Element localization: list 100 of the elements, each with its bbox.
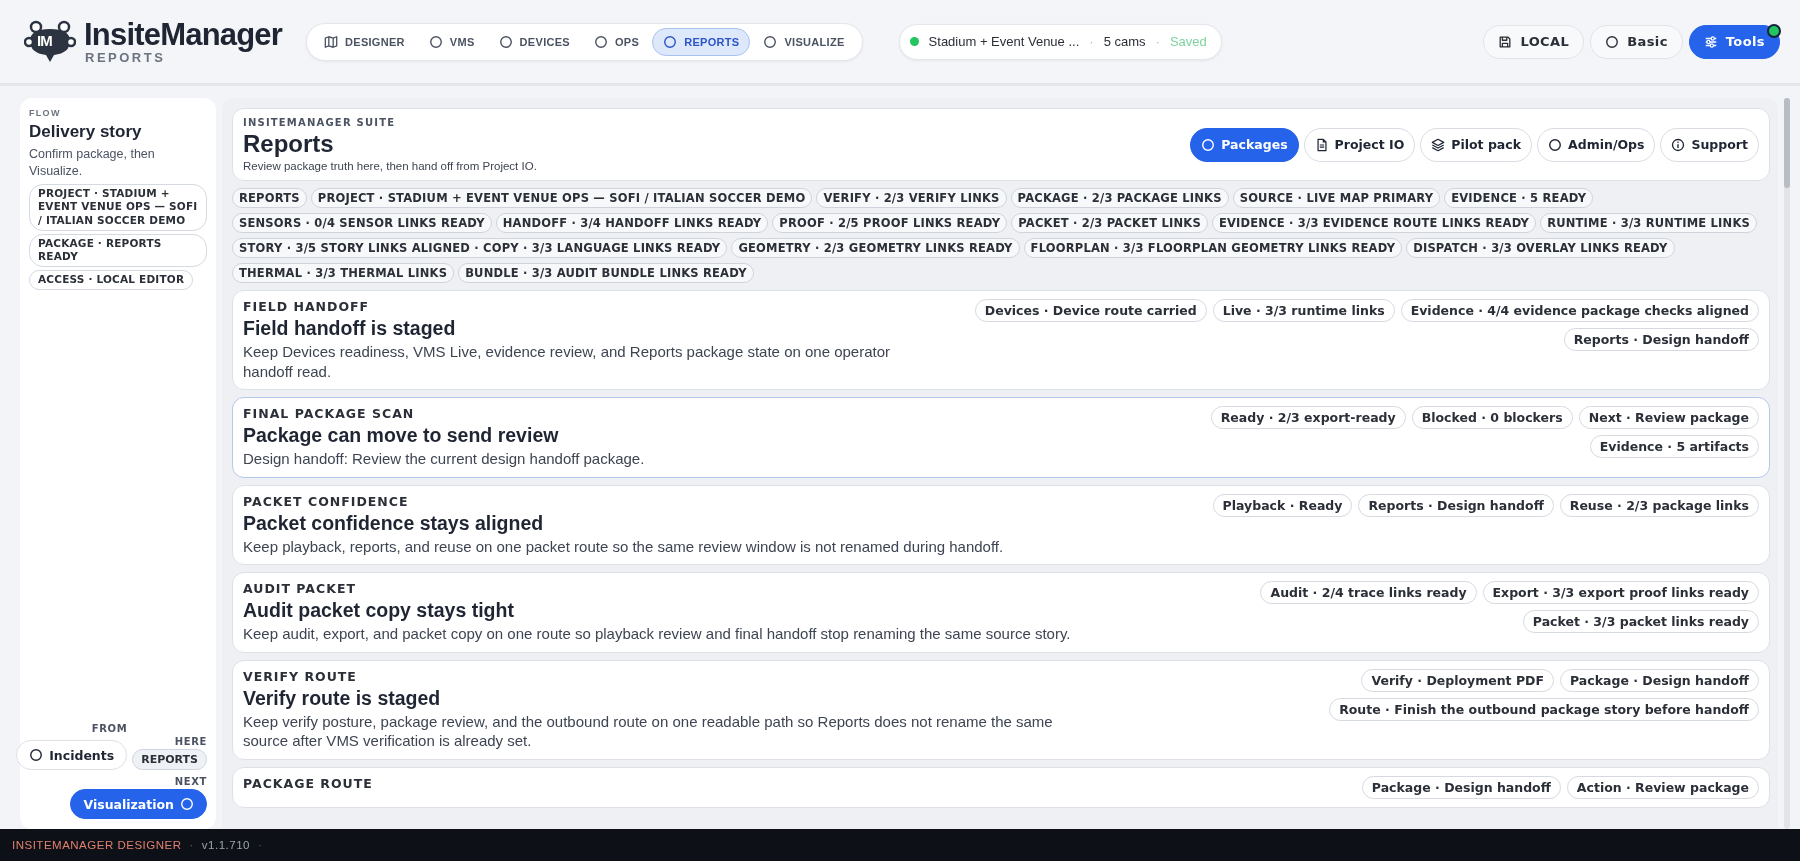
status-chip: Packet · 3/3 packet links ready — [1522, 610, 1759, 633]
circle-icon — [428, 34, 443, 49]
scrollbar-thumb[interactable] — [1784, 98, 1790, 188]
section-tab[interactable]: Admin/Ops — [1537, 127, 1656, 162]
current-step: REPORTS — [132, 749, 207, 770]
module-tab[interactable]: DESIGNER — [313, 27, 416, 56]
separator: · — [1089, 34, 1094, 49]
card-title: Package can move to send review — [243, 424, 560, 447]
card-description: Keep audit, export, and packet copy on one route so playback review and final handoff stop renaming the same source story. — [243, 624, 1072, 644]
card-description: Keep playback, reports, and reuse on one packet route so the same review window is not renamed during handoff. — [243, 536, 1005, 556]
status-chip: Playback · Ready — [1212, 493, 1353, 517]
circle-icon — [180, 797, 194, 811]
summary-tag: PROJECT · STADIUM + EVENT VENUE OPS — SOFI / ITALIAN SOCCER DEMO — [310, 188, 813, 208]
status-chip: Ready · 2/3 export-ready — [1210, 406, 1406, 429]
module-tab[interactable]: OPS — [583, 27, 651, 56]
circle-icon — [663, 34, 678, 49]
summary-tag: HANDOFF · 3/4 HANDOFF LINKS READY — [495, 213, 769, 233]
layers-icon — [1431, 137, 1446, 152]
card-eyebrow: FIELD HANDOFF — [243, 299, 371, 314]
separator: · — [1155, 34, 1160, 49]
card-eyebrow: PACKAGE ROUTE — [243, 775, 374, 791]
summary-tag: DISPATCH · 3/3 OVERLAY LINKS READY — [1406, 238, 1675, 258]
page-subtitle: Review package truth here, then hand off from Project IO. — [243, 160, 537, 172]
summary-tag: BUNDLE · 3/3 AUDIT BUNDLE LINKS READY — [458, 263, 754, 283]
section-tab[interactable]: Pilot pack — [1420, 127, 1533, 162]
toolbar-button[interactable]: LOCAL — [1483, 24, 1585, 59]
status-chip: Export · 3/3 export proof links ready — [1482, 581, 1759, 604]
info-icon — [1671, 137, 1686, 152]
section-tab[interactable]: Packages — [1190, 127, 1299, 162]
app-subtitle: REPORTS — [85, 51, 166, 64]
summary-tag: SENSORS · 0/4 SENSOR LINKS READY — [232, 213, 492, 233]
summary-tag: STORY · 3/5 STORY LINKS ALIGNED · COPY · 3/3 LANGUAGE LINKS READY — [232, 238, 728, 258]
status-chip: Package · Design handoff — [1361, 775, 1561, 799]
document-icon — [1314, 137, 1329, 152]
status-chip: Package · Design handoff — [1560, 668, 1759, 692]
summary-tag: EVIDENCE · 3/3 EVIDENCE ROUTE LINKS READY — [1211, 213, 1537, 233]
summary-tag: FLOORPLAN · 3/3 FLOORPLAN GEOMETRY LINKS READY — [1023, 238, 1403, 258]
status-chip: Evidence · 5 artifacts — [1589, 435, 1759, 458]
circle-icon — [594, 34, 608, 49]
page-title: Reports — [243, 130, 335, 158]
project-name: Stadium + Event Venue ... — [928, 34, 1080, 49]
map-icon — [324, 34, 338, 49]
card-description: Keep verify posture, package review, and the outbound route on one readable path so Reports does not rename the same source after VMS verification is already set. — [243, 711, 1054, 751]
status-chip: Reuse · 2/3 package links — [1559, 493, 1759, 517]
next-label: NEXT — [174, 776, 207, 787]
card-eyebrow: AUDIT PACKET — [243, 581, 357, 596]
from-label: FROM — [91, 723, 128, 734]
flow-tag: PROJECT · STADIUM + EVENT VENUE OPS — SOFI / ITALIAN SOCCER DEMO — [29, 183, 207, 231]
module-tab[interactable]: DEVICES — [487, 27, 581, 56]
status-chip: Verify · Deployment PDF — [1361, 668, 1555, 692]
summary-tag: PACKAGE · 2/3 PACKAGE LINKS — [1010, 188, 1229, 208]
summary-tag: EVIDENCE · 5 READY — [1444, 188, 1594, 208]
module-tab[interactable]: VMS — [417, 27, 486, 56]
here-label: HERE — [174, 736, 207, 747]
circle-icon — [29, 748, 44, 762]
card-description: Design handoff: Review the current design handoff package. — [243, 449, 646, 469]
flow-title: Delivery story — [29, 122, 143, 142]
summary-tag: GEOMETRY · 2/3 GEOMETRY LINKS READY — [731, 238, 1020, 258]
product-name: INSITEMANAGER DESIGNER — [12, 839, 182, 851]
separator: · — [189, 839, 194, 851]
status-chip: Route · Finish the outbound package story before handoff — [1329, 697, 1759, 721]
module-tab[interactable]: VISUALIZE — [752, 27, 856, 56]
section-tab[interactable]: Support — [1660, 127, 1759, 162]
status-chip: Action · Review package — [1566, 775, 1759, 799]
status-chip: Live · 3/3 runtime links — [1212, 299, 1395, 322]
circle-icon — [1605, 34, 1620, 49]
card-title: Field handoff is staged — [243, 317, 457, 340]
save-status: Saved — [1169, 34, 1207, 49]
module-tab[interactable]: REPORTS — [652, 27, 751, 56]
card-eyebrow: VERIFY ROUTE — [243, 668, 358, 684]
summary-tag: VERIFY · 2/3 VERIFY LINKS — [816, 188, 1007, 208]
status-chip: Audit · 2/4 trace links ready — [1260, 581, 1477, 604]
circle-icon — [1201, 137, 1216, 152]
card-eyebrow: FINAL PACKAGE SCAN — [243, 406, 416, 421]
summary-tag: PROOF · 2/5 PROOF LINKS READY — [772, 213, 1008, 233]
sliders-icon — [1703, 34, 1718, 49]
next-button[interactable]: Visualization — [70, 789, 207, 819]
save-icon — [1498, 34, 1513, 49]
card-title: Verify route is staged — [243, 686, 442, 710]
toolbar-button[interactable]: Basic — [1590, 24, 1683, 59]
summary-tag: RUNTIME · 3/3 RUNTIME LINKS — [1540, 213, 1758, 233]
circle-icon — [763, 34, 778, 49]
summary-tag: THERMAL · 3/3 THERMAL LINKS — [232, 263, 455, 283]
status-chip: Blocked · 0 blockers — [1411, 406, 1573, 429]
card-title: Audit packet copy stays tight — [243, 599, 515, 622]
card-description: Keep Devices readiness, VMS Live, evidence review, and Reports package state on one operator handoff read. — [243, 342, 892, 381]
project-pill[interactable]: Stadium + Event Venue ... · 5 cams · Saved — [898, 23, 1222, 60]
circle-icon — [498, 34, 513, 49]
status-chip: Devices · Device route carried — [974, 299, 1207, 322]
flow-description: Confirm package, then Visualize. — [29, 146, 156, 180]
from-button[interactable]: Incidents — [16, 740, 128, 770]
separator: · — [257, 839, 263, 851]
logo-mark: IM — [37, 31, 52, 49]
card-eyebrow: PACKET CONFIDENCE — [243, 493, 410, 509]
toolbar-button[interactable]: Tools — [1688, 24, 1780, 59]
section-tab[interactable]: Project IO — [1303, 127, 1416, 162]
version-number: v1.1.710 — [201, 839, 250, 851]
circle-icon — [1548, 137, 1563, 152]
status-chip: Next · Review package — [1578, 406, 1759, 429]
camera-count: 5 cams — [1103, 34, 1146, 49]
